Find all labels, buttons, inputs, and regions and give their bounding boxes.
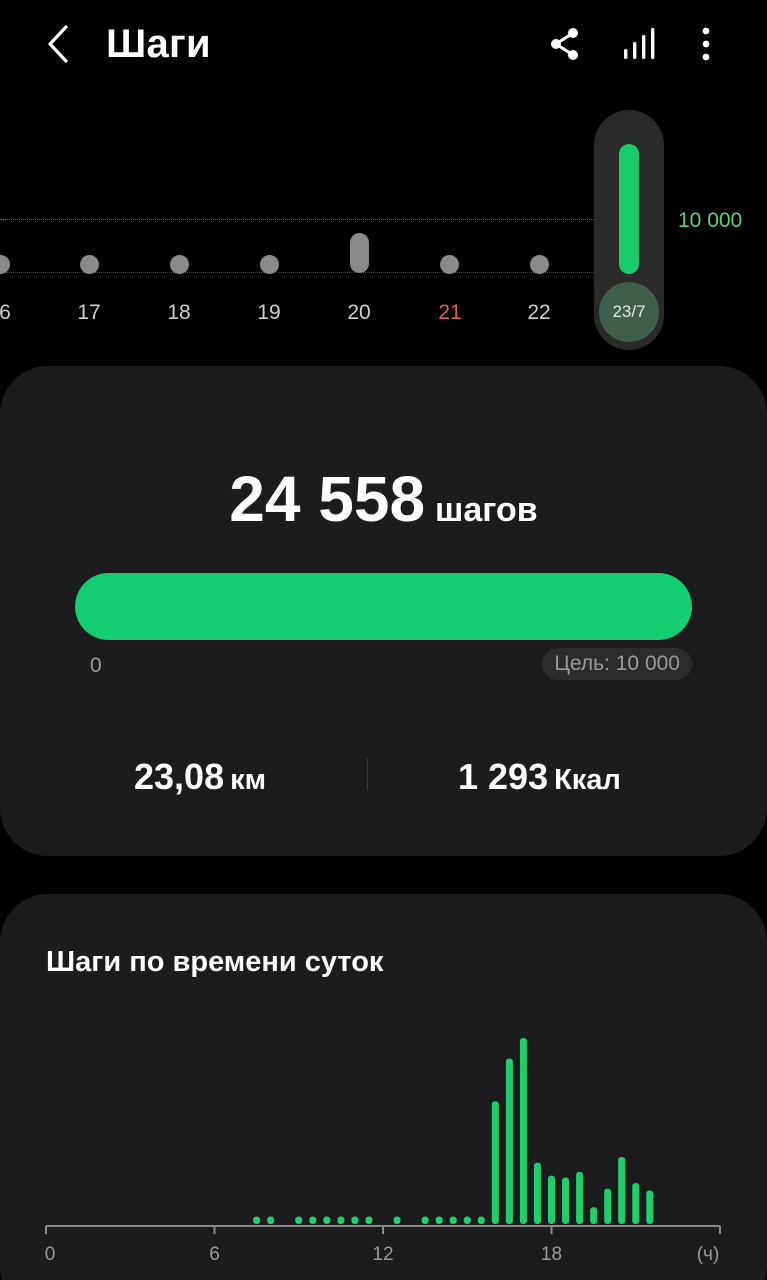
hour-bar — [295, 1216, 303, 1224]
steps-total: 24 558 шагов — [0, 462, 767, 536]
hour-bar — [505, 1058, 513, 1224]
distance-value: 23,08 — [134, 756, 225, 797]
hour-bar — [477, 1216, 485, 1224]
day-indicator[interactable] — [170, 255, 189, 274]
hour-bar — [533, 1162, 541, 1224]
hour-bar — [393, 1216, 401, 1224]
calories-unit: Ккал — [554, 764, 621, 796]
day-label[interactable]: 21 — [425, 301, 475, 325]
hour-bar — [632, 1183, 640, 1224]
hour-bar — [337, 1216, 345, 1224]
hour-bar — [421, 1216, 429, 1224]
steps-progress-bar — [75, 573, 692, 640]
steps-unit: шагов — [435, 491, 538, 529]
hour-bar — [253, 1216, 261, 1224]
hour-bar — [646, 1190, 654, 1224]
calories-stat: 1 293 Ккал — [458, 756, 621, 798]
day-label[interactable]: 6 — [0, 301, 30, 325]
bar-chart-icon[interactable] — [618, 22, 662, 66]
goal-line — [0, 219, 600, 220]
calories-value: 1 293 — [458, 756, 549, 797]
hour-bar — [365, 1216, 373, 1224]
app-header: Шаги — [0, 0, 767, 92]
day-indicator[interactable] — [80, 255, 99, 274]
progress-start-label: 0 — [90, 654, 102, 677]
back-arrow-icon[interactable] — [38, 20, 78, 68]
steps-count: 24 558 — [229, 463, 426, 535]
hour-bar — [323, 1216, 331, 1224]
hour-bar — [604, 1188, 612, 1224]
day-indicator[interactable] — [350, 233, 369, 273]
hour-bar — [618, 1157, 626, 1224]
stat-divider — [367, 758, 368, 790]
distance-stat: 23,08 км — [134, 756, 266, 798]
hour-bar — [491, 1101, 499, 1224]
share-icon[interactable] — [543, 22, 587, 66]
hour-bar — [351, 1216, 359, 1224]
hour-bar — [267, 1216, 275, 1224]
hour-bar — [562, 1177, 570, 1224]
day-indicator[interactable] — [260, 255, 279, 274]
day-label[interactable]: 22 — [514, 301, 564, 325]
hour-bar — [519, 1038, 527, 1224]
hour-bar — [449, 1216, 457, 1224]
x-tick-label: 0 — [45, 1244, 56, 1265]
more-vert-icon[interactable] — [684, 22, 728, 66]
x-tick-label: 12 — [372, 1244, 393, 1265]
hour-bar — [548, 1175, 555, 1224]
steps-summary-card: 24 558 шагов 0 Цель: 10 000 23,08 км 1 293… — [0, 366, 767, 856]
day-indicator[interactable] — [530, 255, 549, 274]
x-tick-label: 6 — [209, 1244, 220, 1265]
hour-bar — [435, 1216, 443, 1224]
steps-progress-fill — [75, 573, 692, 640]
goal-badge[interactable]: Цель: 10 000 — [542, 648, 692, 680]
selected-day[interactable]: 23/7 — [594, 110, 664, 350]
hour-bar — [309, 1216, 317, 1224]
selected-day-bar — [619, 144, 639, 274]
hourly-steps-chart: 0 6 12 18 (ч) — [45, 1038, 721, 1265]
day-strip[interactable]: 6 17 18 19 20 21 22 23/7 10 000 — [0, 100, 767, 355]
distance-unit: км — [230, 764, 267, 796]
page-title: Шаги — [106, 22, 211, 66]
x-unit-label: (ч) — [697, 1244, 720, 1265]
day-label[interactable]: 19 — [244, 301, 294, 325]
day-indicator[interactable] — [440, 255, 459, 274]
day-label[interactable]: 18 — [154, 301, 204, 325]
goal-label: 10 000 — [678, 209, 743, 232]
selected-day-badge: 23/7 — [599, 282, 659, 342]
x-tick-label: 18 — [541, 1244, 562, 1265]
hour-bar — [463, 1216, 471, 1224]
day-label[interactable]: 17 — [64, 301, 114, 325]
day-label[interactable]: 20 — [334, 301, 384, 325]
hour-bar — [576, 1171, 584, 1224]
hourly-steps-card[interactable]: Шаги по времени суток 0 6 12 18 (ч) — [0, 894, 767, 1280]
hour-bar — [590, 1207, 598, 1224]
